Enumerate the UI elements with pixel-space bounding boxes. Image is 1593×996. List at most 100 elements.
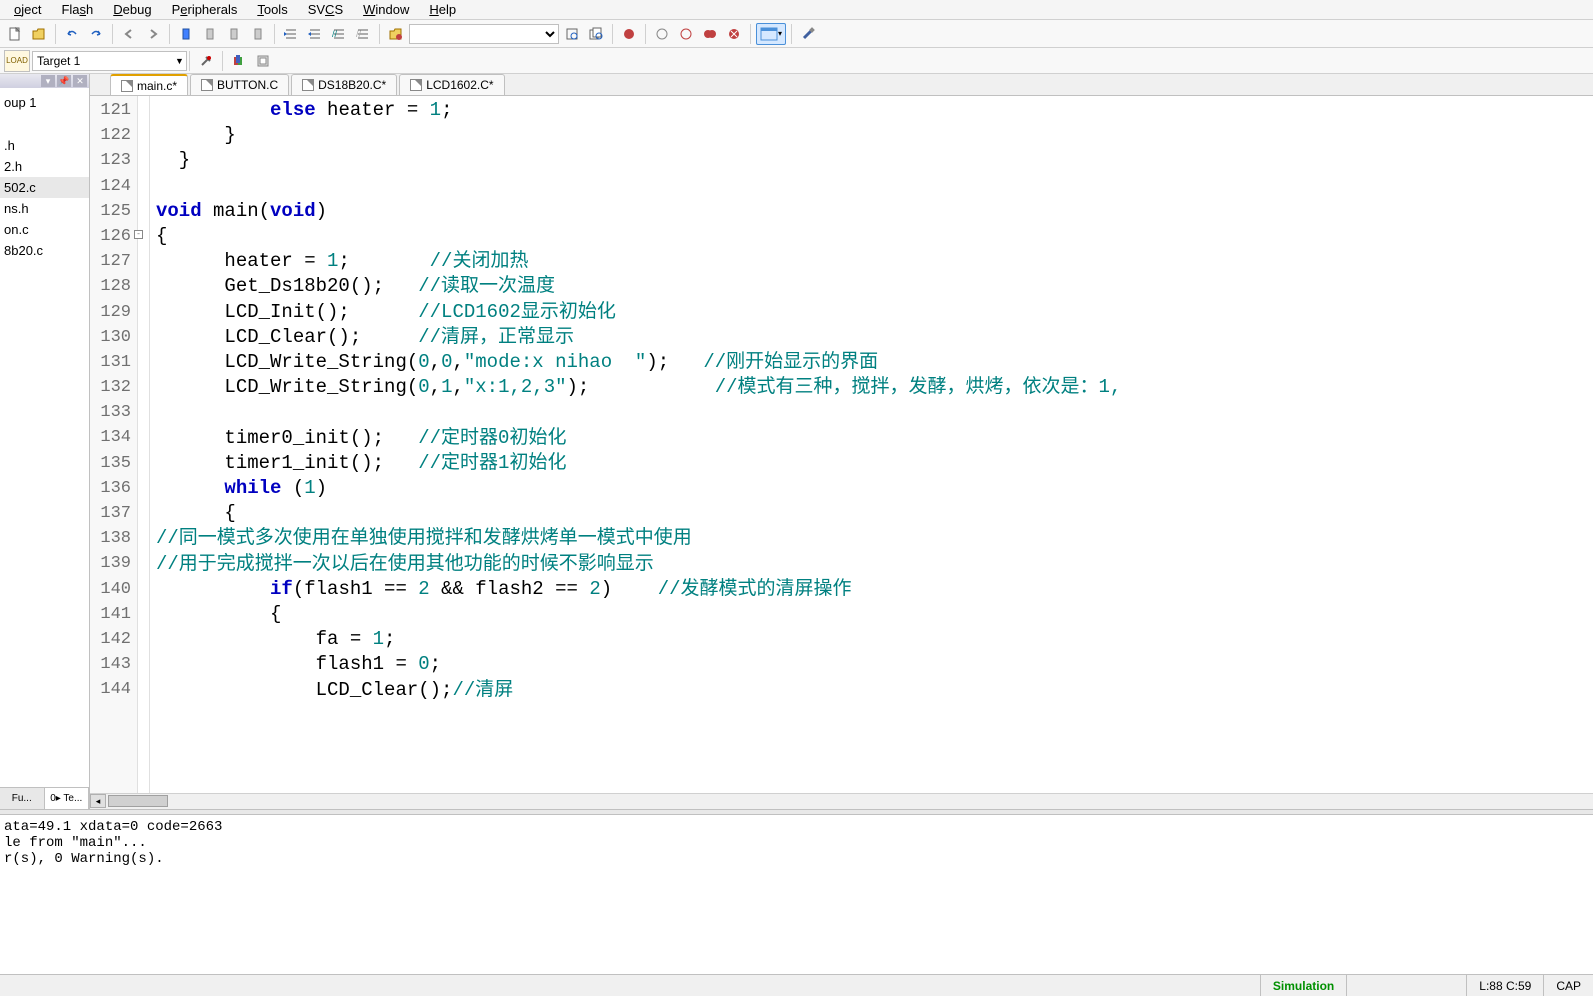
code-line[interactable]: timer0_init(); //定时器0初始化	[156, 426, 1593, 451]
menu-debug[interactable]: Debug	[103, 0, 161, 19]
menu-peripherals[interactable]: Peripherals	[162, 0, 248, 19]
options-button[interactable]	[195, 50, 217, 72]
menu-window[interactable]: Window	[353, 0, 419, 19]
tab-label: LCD1602.C*	[426, 78, 493, 92]
tree-file[interactable]: .h	[0, 135, 89, 156]
line-number: 130	[90, 325, 131, 350]
nav-forward-button[interactable]	[142, 23, 164, 45]
editor-tab[interactable]: BUTTON.C	[190, 74, 289, 95]
file-icon	[410, 79, 422, 91]
tree-file[interactable]: 8b20.c	[0, 240, 89, 261]
code-line[interactable]: LCD_Clear();//清屏	[156, 678, 1593, 703]
sidebar-pin-button[interactable]: 📌	[57, 75, 71, 87]
horizontal-scrollbar[interactable]: ◂	[90, 793, 1593, 809]
find-in-files-button[interactable]	[585, 23, 607, 45]
find-button[interactable]	[561, 23, 583, 45]
code-line[interactable]: {	[156, 224, 1593, 249]
code-line[interactable]: fa = 1;	[156, 627, 1593, 652]
tree-group[interactable]: oup 1	[0, 92, 89, 113]
tree-file[interactable]: 502.c	[0, 177, 89, 198]
indent-button[interactable]	[280, 23, 302, 45]
bookmark-clear-button[interactable]	[247, 23, 269, 45]
code-line[interactable]: if(flash1 == 2 && flash2 == 2) //发酵模式的清屏…	[156, 577, 1593, 602]
code-line[interactable]: //用于完成搅拌一次以后在使用其他功能的时候不影响显示	[156, 552, 1593, 577]
line-gutter: 121122123124125126-127128129130131132133…	[90, 96, 138, 793]
line-number: 136	[90, 476, 131, 501]
project-tree[interactable]: oup 1 .h2.h502.cns.hon.c8b20.c	[0, 88, 89, 787]
nav-back-button[interactable]	[118, 23, 140, 45]
tab-label: main.c*	[137, 79, 177, 93]
sidebar-dropdown-button[interactable]: ▾	[41, 75, 55, 87]
code-line[interactable]: while (1)	[156, 476, 1593, 501]
menu-flash[interactable]: Flash	[51, 0, 103, 19]
comment-button[interactable]: //	[328, 23, 350, 45]
code-line[interactable]: //同一模式多次使用在单独使用搅拌和发酵烘烤单一模式中使用	[156, 526, 1593, 551]
code-line[interactable]: void main(void)	[156, 199, 1593, 224]
fold-bar[interactable]	[138, 96, 150, 793]
undo-button[interactable]	[61, 23, 83, 45]
code-line[interactable]: else heater = 1;	[156, 98, 1593, 123]
bookmark-toggle-button[interactable]	[175, 23, 197, 45]
code-line[interactable]: timer1_init(); //定时器1初始化	[156, 451, 1593, 476]
kill-breakpoints-button[interactable]	[699, 23, 721, 45]
load-button[interactable]: LOAD	[4, 50, 30, 72]
tree-file[interactable]: on.c	[0, 219, 89, 240]
breakpoint-window-button[interactable]	[723, 23, 745, 45]
line-number: 129	[90, 300, 131, 325]
window-layout-button[interactable]: ▾	[756, 23, 786, 45]
menu-svcs[interactable]: SVCS	[298, 0, 353, 19]
sidebar-tab-functions[interactable]: Fu...	[0, 788, 45, 809]
code-line[interactable]: LCD_Write_String(0,0,"mode:x nihao "); /…	[156, 350, 1593, 375]
line-number: 133	[90, 400, 131, 425]
new-file-button[interactable]	[4, 23, 26, 45]
code-line[interactable]: LCD_Write_String(0,1,"x:1,2,3"); //模式有三种…	[156, 375, 1593, 400]
menu-oject[interactable]: oject	[4, 0, 51, 19]
enable-breakpoint-button[interactable]	[675, 23, 697, 45]
code-line[interactable]: {	[156, 501, 1593, 526]
scroll-thumb[interactable]	[108, 795, 168, 807]
code-line[interactable]: {	[156, 602, 1593, 627]
find-select[interactable]	[409, 24, 559, 44]
bookmark-prev-button[interactable]	[199, 23, 221, 45]
code-line[interactable]	[156, 400, 1593, 425]
code-text[interactable]: else heater = 1; } } void main(void){ he…	[150, 96, 1593, 793]
tab-label: BUTTON.C	[217, 78, 278, 92]
editor-tab[interactable]: LCD1602.C*	[399, 74, 504, 95]
code-editor[interactable]: 121122123124125126-127128129130131132133…	[90, 96, 1593, 793]
bookmark-next-button[interactable]	[223, 23, 245, 45]
status-empty1	[1346, 975, 1466, 996]
sidebar-tab-templates[interactable]: 0▸ Te...	[45, 788, 90, 809]
code-line[interactable]: Get_Ds18b20(); //读取一次温度	[156, 274, 1593, 299]
code-line[interactable]: heater = 1; //关闭加热	[156, 249, 1593, 274]
editor-tab[interactable]: main.c*	[110, 74, 188, 95]
manage-button[interactable]	[252, 50, 274, 72]
editor-tab[interactable]: DS18B20.C*	[291, 74, 397, 95]
target-select[interactable]	[32, 51, 187, 71]
code-line[interactable]: LCD_Clear(); //清屏，正常显示	[156, 325, 1593, 350]
configure-button[interactable]	[797, 23, 819, 45]
status-cap: CAP	[1543, 975, 1593, 996]
build-output-panel[interactable]: ata=49.1 xdata=0 code=2663 le from "main…	[0, 815, 1593, 895]
code-line[interactable]: }	[156, 148, 1593, 173]
code-line[interactable]	[156, 174, 1593, 199]
redo-button[interactable]	[85, 23, 107, 45]
code-line[interactable]: flash1 = 0;	[156, 652, 1593, 677]
open-file-button[interactable]	[28, 23, 50, 45]
scroll-left-button[interactable]: ◂	[90, 794, 106, 808]
tree-file[interactable]: 2.h	[0, 156, 89, 177]
tree-file[interactable]: ns.h	[0, 198, 89, 219]
file-options-button[interactable]	[385, 23, 407, 45]
code-line[interactable]: }	[156, 123, 1593, 148]
disable-breakpoint-button[interactable]	[651, 23, 673, 45]
line-number: 144	[90, 677, 131, 702]
debug-breakpoint-button[interactable]	[618, 23, 640, 45]
fold-marker[interactable]: -	[134, 230, 143, 239]
code-line[interactable]: LCD_Init(); //LCD1602显示初始化	[156, 300, 1593, 325]
menu-tools[interactable]: Tools	[247, 0, 297, 19]
sidebar-close-button[interactable]: ✕	[73, 75, 87, 87]
file-group-button[interactable]	[228, 50, 250, 72]
uncomment-button[interactable]: //	[352, 23, 374, 45]
menu-help[interactable]: Help	[419, 0, 466, 19]
line-number: 143	[90, 652, 131, 677]
outdent-button[interactable]	[304, 23, 326, 45]
